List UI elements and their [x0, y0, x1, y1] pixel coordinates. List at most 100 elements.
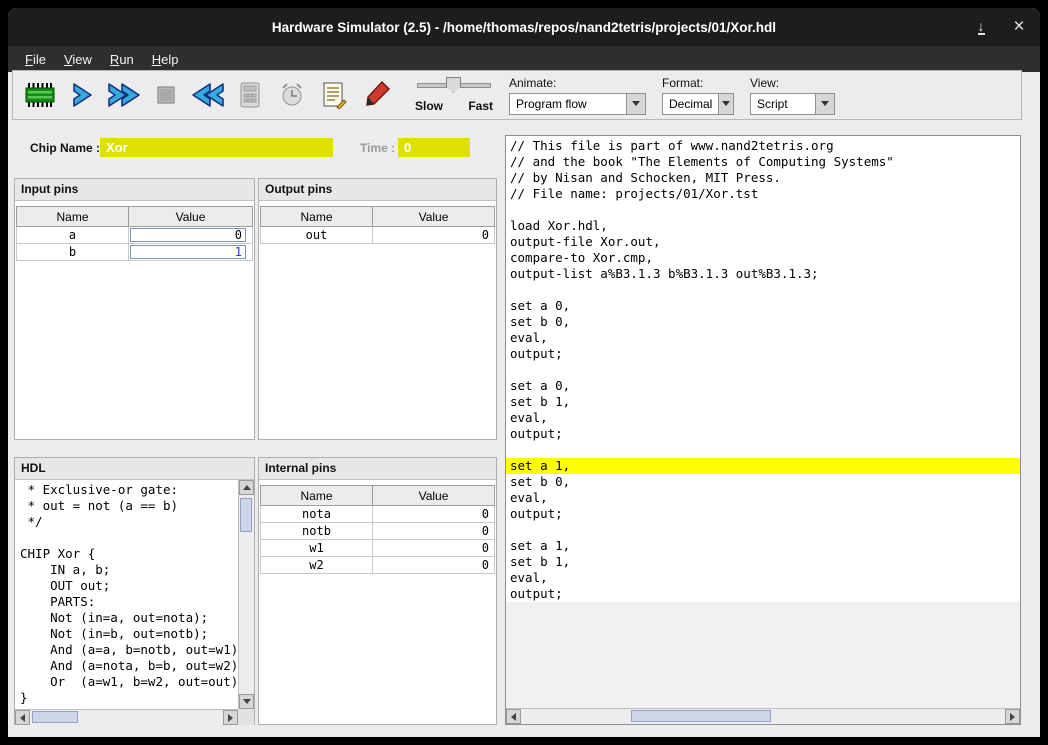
script-line[interactable]: load Xor.hdl, — [506, 218, 1020, 234]
speed-slider[interactable]: Slow Fast — [415, 76, 493, 114]
hdl-line: Or (a=w1, b=w2, out=out); — [16, 674, 237, 690]
script-line[interactable]: output; — [506, 506, 1020, 522]
script-line[interactable]: output-file Xor.out, — [506, 234, 1020, 250]
script-line[interactable]: // This file is part of www.nand2tetris.… — [506, 138, 1020, 154]
window-title: Hardware Simulator (2.5) - /home/thomas/… — [272, 20, 776, 35]
script-line[interactable]: set b 0, — [506, 474, 1020, 490]
script-line[interactable]: output; — [506, 426, 1020, 442]
slider-thumb[interactable] — [446, 77, 461, 93]
script-line[interactable]: set a 0, — [506, 298, 1020, 314]
close-button[interactable]: × — [1010, 18, 1028, 36]
time-label: Time : — [360, 141, 395, 155]
script-line[interactable]: // and the book "The Elements of Computi… — [506, 154, 1020, 170]
vertical-scrollbar-thumb[interactable] — [240, 498, 252, 532]
script-line[interactable]: output; — [506, 586, 1020, 602]
slider-slow-label: Slow — [415, 99, 443, 113]
pin-row: w20 — [261, 557, 495, 574]
pin-name-cell: nota — [261, 506, 373, 523]
animate-combobox[interactable]: Program flow — [509, 93, 646, 115]
step-forward-icon — [69, 82, 95, 108]
scroll-right-button[interactable] — [1005, 709, 1020, 724]
pin-value-editor[interactable]: 1 — [130, 245, 246, 259]
scroll-right-button[interactable] — [223, 710, 238, 725]
chevron-down-icon[interactable] — [815, 94, 834, 114]
single-step-button[interactable] — [62, 74, 102, 116]
menu-run[interactable]: Run — [101, 48, 143, 71]
script-line[interactable]: set a 1, — [506, 538, 1020, 554]
script-line[interactable]: output-list a%B3.1.3 b%B3.1.3 out%B3.1.3… — [506, 266, 1020, 282]
scroll-left-button[interactable] — [15, 710, 30, 725]
menu-file[interactable]: File — [16, 48, 55, 71]
script-line[interactable]: set b 0, — [506, 314, 1020, 330]
script-line[interactable] — [506, 282, 1020, 298]
column-header-name: Name — [17, 207, 129, 227]
view-group: View: Script — [750, 76, 835, 115]
format-selected-value: Decimal — [663, 97, 718, 111]
script-line[interactable]: set b 1, — [506, 554, 1020, 570]
pin-row: w10 — [261, 540, 495, 557]
app-window: Hardware Simulator (2.5) - /home/thomas/… — [8, 8, 1040, 737]
menu-view[interactable]: View — [55, 48, 101, 71]
output-pins-table: Name Value out0 — [260, 206, 495, 244]
rewind-icon — [190, 82, 226, 108]
script-line[interactable]: set a 0, — [506, 378, 1020, 394]
horizontal-scrollbar-thumb[interactable] — [32, 711, 78, 723]
scroll-left-button[interactable] — [506, 709, 521, 724]
script-line[interactable]: set b 1, — [506, 394, 1020, 410]
edit-button[interactable] — [356, 74, 396, 116]
script-line[interactable]: eval, — [506, 330, 1020, 346]
triangle-up-icon — [243, 481, 251, 490]
scroll-up-button[interactable] — [239, 480, 254, 495]
view-script-button[interactable] — [314, 74, 354, 116]
script-line[interactable] — [506, 442, 1020, 458]
horizontal-scrollbar-thumb[interactable] — [631, 710, 771, 722]
close-icon: × — [1013, 18, 1024, 36]
reset-button[interactable] — [188, 74, 228, 116]
download-button[interactable]: ↓ — [972, 18, 990, 36]
pin-name-cell: a — [17, 227, 129, 244]
load-chip-button[interactable] — [20, 74, 60, 116]
hdl-horizontal-scrollbar[interactable] — [15, 709, 238, 725]
hdl-vertical-scrollbar[interactable] — [238, 480, 254, 709]
hdl-panel-title: HDL — [15, 458, 254, 480]
pin-value-editor[interactable]: 0 — [130, 228, 246, 242]
menu-help[interactable]: Help — [143, 48, 188, 71]
script-line[interactable]: eval, — [506, 490, 1020, 506]
chip-name-field[interactable]: Xor — [100, 138, 333, 157]
script-line[interactable]: // File name: projects/01/Xor.tst — [506, 186, 1020, 202]
triangle-right-icon — [228, 714, 237, 722]
pin-row: b1 — [17, 244, 253, 261]
chevron-down-icon[interactable] — [718, 94, 733, 114]
script-line-current[interactable]: set a 1, — [506, 458, 1020, 474]
slider-fast-label: Fast — [468, 99, 493, 113]
hdl-line: * out = not (a == b) — [16, 498, 237, 514]
chip-name-value: Xor — [106, 140, 128, 155]
script-line[interactable]: eval, — [506, 570, 1020, 586]
chevron-down-icon[interactable] — [626, 94, 645, 114]
triangle-left-icon — [507, 713, 516, 721]
scroll-down-button[interactable] — [239, 694, 254, 709]
chip-name-label: Chip Name : — [30, 141, 100, 155]
script-view[interactable]: // This file is part of www.nand2tetris.… — [506, 136, 1020, 708]
pin-value-cell: 0 — [373, 506, 495, 523]
format-combobox[interactable]: Decimal — [662, 93, 734, 115]
desktop-background: Hardware Simulator (2.5) - /home/thomas/… — [0, 0, 1048, 745]
script-line[interactable] — [506, 362, 1020, 378]
script-line[interactable] — [506, 202, 1020, 218]
pin-name-cell: out — [261, 227, 373, 244]
hdl-line: IN a, b; — [16, 562, 237, 578]
hdl-code-view[interactable]: * Exclusive-or gate: * out = not (a == b… — [16, 480, 237, 709]
run-button[interactable] — [104, 74, 144, 116]
script-line[interactable]: compare-to Xor.cmp, — [506, 250, 1020, 266]
script-line[interactable]: eval, — [506, 410, 1020, 426]
clock-button — [272, 74, 312, 116]
script-line[interactable] — [506, 522, 1020, 538]
view-combobox[interactable]: Script — [750, 93, 835, 115]
script-line[interactable]: // by Nisan and Schocken, MIT Press. — [506, 170, 1020, 186]
titlebar[interactable]: Hardware Simulator (2.5) - /home/thomas/… — [8, 8, 1040, 46]
triangle-right-icon — [1010, 713, 1019, 721]
clock-icon — [278, 81, 306, 109]
script-line[interactable]: output; — [506, 346, 1020, 362]
script-horizontal-scrollbar[interactable] — [506, 708, 1020, 724]
column-header-value: Value — [373, 486, 495, 506]
